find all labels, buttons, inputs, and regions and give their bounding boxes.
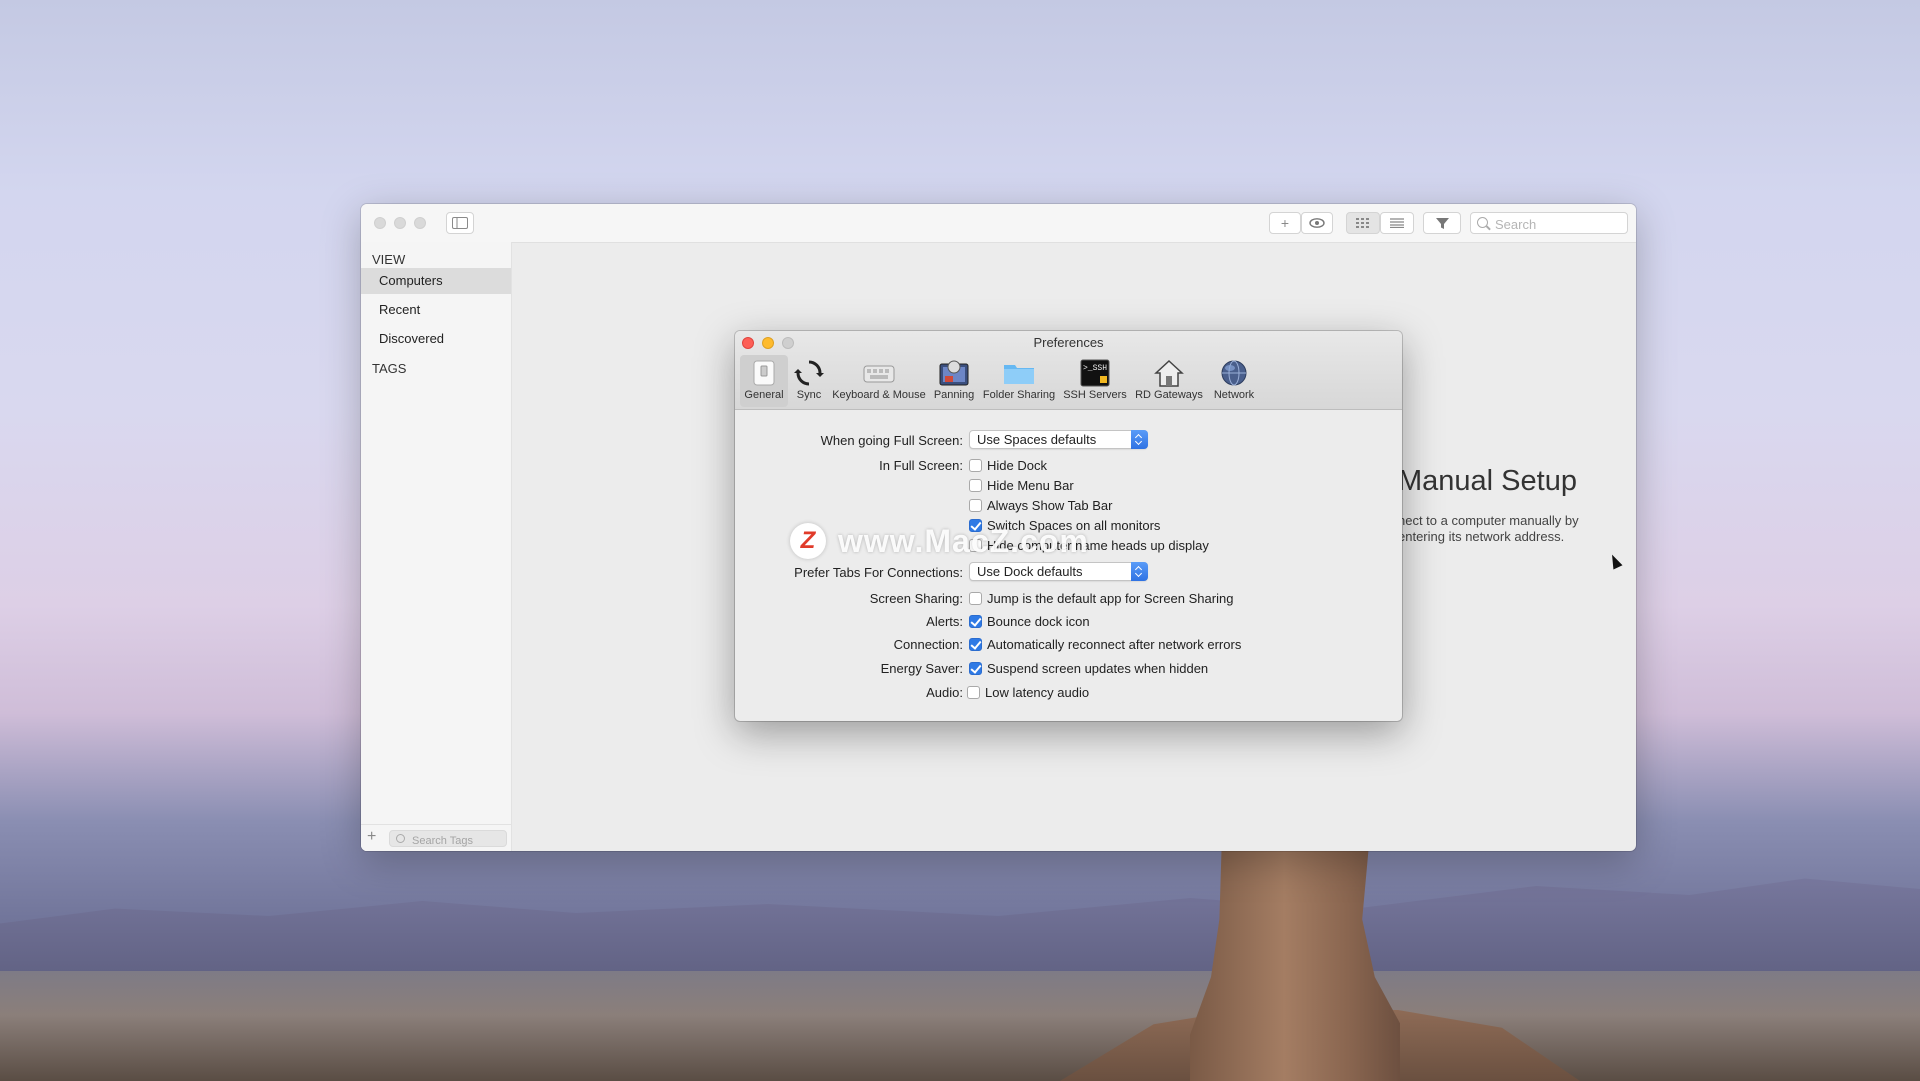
auto-reconnect-label: Automatically reconnect after network er… xyxy=(987,637,1242,652)
filter-button[interactable] xyxy=(1423,212,1461,234)
eye-icon xyxy=(1309,218,1325,228)
sidebar-item-recent[interactable]: Recent xyxy=(361,297,511,323)
bounce-dock-checkbox[interactable] xyxy=(969,615,982,628)
auto-reconnect-checkbox[interactable] xyxy=(969,638,982,651)
house-icon xyxy=(1154,359,1184,387)
panning-icon xyxy=(939,360,969,386)
folder-icon xyxy=(1004,365,1034,384)
watermark-logo: Z xyxy=(790,523,826,559)
keyboard-icon xyxy=(863,365,895,383)
list-view-button[interactable] xyxy=(1380,212,1414,234)
watermark-text: www.MacZ.com xyxy=(838,522,1089,559)
tab-panning[interactable]: Panning xyxy=(929,355,979,407)
label-prefer-tabs: Prefer Tabs For Connections: xyxy=(794,565,963,580)
watermark: Z www.MacZ.com xyxy=(790,521,1089,561)
always-show-tab-bar-label: Always Show Tab Bar xyxy=(987,498,1113,513)
search-input[interactable] xyxy=(1493,213,1627,235)
tab-network[interactable]: Network xyxy=(1207,355,1261,407)
label-audio: Audio: xyxy=(926,685,963,700)
sidebar-icon xyxy=(452,217,468,229)
terminal-text: >_SSH xyxy=(1083,364,1107,373)
tag-search-field[interactable] xyxy=(389,830,510,850)
full-screen-select-value: Use Spaces defaults xyxy=(977,432,1097,447)
close-button[interactable] xyxy=(374,217,386,229)
hide-dock-checkbox[interactable] xyxy=(969,459,982,472)
sidebar-toggle-button[interactable] xyxy=(446,212,474,234)
grid-icon xyxy=(1356,218,1369,228)
suspend-updates-label: Suspend screen updates when hidden xyxy=(987,661,1209,676)
screen-sharing-checkbox[interactable] xyxy=(969,592,982,605)
low-latency-audio-checkbox[interactable] xyxy=(967,686,980,699)
search-field[interactable] xyxy=(1470,212,1628,235)
hide-menu-bar-label: Hide Menu Bar xyxy=(987,478,1074,493)
manual-setup-title: Manual Setup xyxy=(1398,465,1577,497)
terminal-icon: >_SSH xyxy=(1080,359,1110,387)
always-show-tab-bar-checkbox[interactable] xyxy=(969,499,982,512)
bounce-dock-label: Bounce dock icon xyxy=(987,614,1090,629)
label-screen-sharing: Screen Sharing: xyxy=(869,591,963,606)
filter-icon xyxy=(1435,217,1449,229)
plus-icon: + xyxy=(1280,215,1290,231)
add-tag-button[interactable]: + xyxy=(367,828,376,846)
hide-menu-bar-checkbox[interactable] xyxy=(969,479,982,492)
prefer-tabs-select-value: Use Dock defaults xyxy=(977,564,1083,579)
suspend-updates-checkbox[interactable] xyxy=(969,662,982,675)
switch-icon xyxy=(753,360,775,386)
list-icon xyxy=(1390,218,1404,228)
label-full-screen: When going Full Screen: xyxy=(820,433,963,448)
full-screen-select[interactable]: Use Spaces defaults xyxy=(969,430,1148,449)
manual-setup-description: nect to a computer manually by entering … xyxy=(1398,513,1579,544)
mountains-backdrop xyxy=(0,878,1920,991)
search-icon xyxy=(1477,217,1488,228)
prefer-tabs-select[interactable]: Use Dock defaults xyxy=(969,562,1148,581)
tab-sync[interactable]: Sync xyxy=(789,355,829,407)
preview-button[interactable] xyxy=(1301,212,1333,234)
label-alerts: Alerts: xyxy=(926,614,963,629)
tab-general[interactable]: General xyxy=(740,355,788,407)
screen-sharing-option-label: Jump is the default app for Screen Shari… xyxy=(987,591,1234,606)
label-in-full-screen: In Full Screen: xyxy=(879,458,963,473)
view-header: VIEW xyxy=(372,252,406,267)
desert-ground xyxy=(0,971,1920,1081)
tab-folder-sharing[interactable]: Folder Sharing xyxy=(979,355,1059,407)
tab-ssh-servers[interactable]: >_SSH SSH Servers xyxy=(1059,355,1131,407)
low-latency-audio-label: Low latency audio xyxy=(985,685,1090,700)
add-button[interactable]: + xyxy=(1269,212,1301,234)
main-titlebar: + xyxy=(361,204,1636,243)
label-connection: Connection: xyxy=(893,637,963,652)
sidebar-footer: + xyxy=(361,824,511,851)
search-icon xyxy=(396,834,405,843)
chevron-updown-icon xyxy=(1131,562,1148,581)
preferences-title: Preferences xyxy=(1033,335,1104,350)
sidebar-item-computers[interactable]: Computers xyxy=(361,268,511,294)
minimize-button[interactable] xyxy=(394,217,406,229)
preferences-toolbar: Preferences General Sync Keyboard & Mous… xyxy=(735,331,1402,410)
label-energy-saver: Energy Saver: xyxy=(880,661,963,676)
tags-header: TAGS xyxy=(372,361,407,376)
tag-search-input[interactable] xyxy=(410,832,510,850)
globe-icon xyxy=(1221,360,1247,386)
sync-icon xyxy=(794,360,824,386)
tab-rd-gateways[interactable]: RD Gateways xyxy=(1131,355,1207,407)
rock-spire xyxy=(1190,850,1400,1081)
tab-keyboard-mouse[interactable]: Keyboard & Mouse xyxy=(829,355,929,407)
sidebar: VIEW Computers Recent Discovered TAGS + xyxy=(361,242,512,851)
sidebar-item-discovered[interactable]: Discovered xyxy=(361,326,511,352)
hide-dock-label: Hide Dock xyxy=(987,458,1047,473)
grid-view-button[interactable] xyxy=(1346,212,1380,234)
zoom-button[interactable] xyxy=(414,217,426,229)
chevron-updown-icon xyxy=(1131,430,1148,449)
